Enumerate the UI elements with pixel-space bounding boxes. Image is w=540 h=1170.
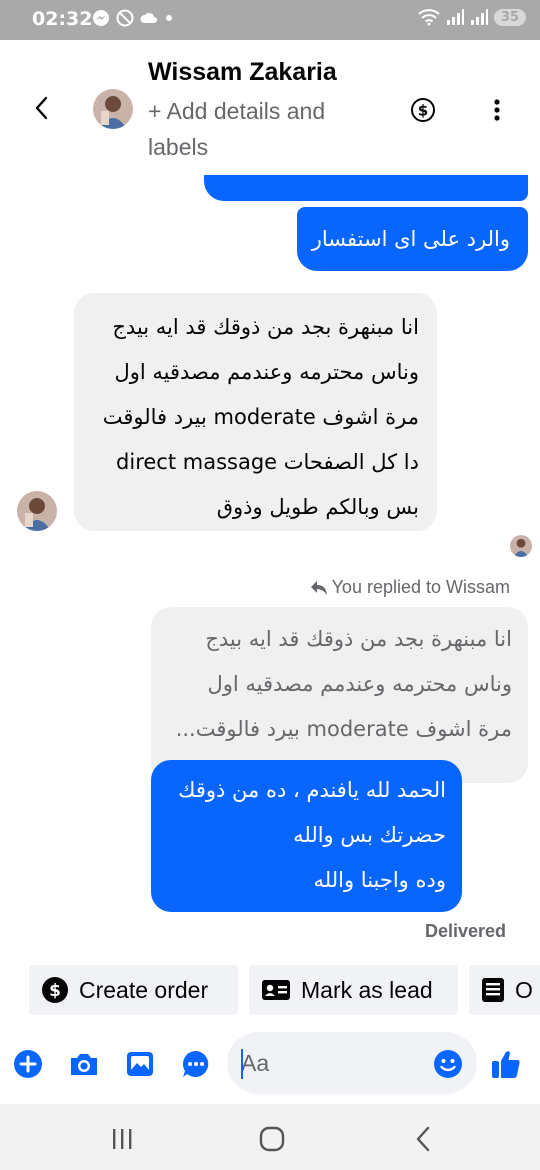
status-bar: 02:32 35 <box>0 0 540 40</box>
quoted-message[interactable]: انا مبنهرة بجد من ذوقك قد ايه بيدج وناس … <box>151 607 528 783</box>
plus-circle-icon <box>14 1050 42 1078</box>
conversation-header: Wissam Zakaria + Add details and labels … <box>0 40 540 175</box>
contact-card-icon <box>262 980 290 1000</box>
message-incoming[interactable]: انا مبنهرة بجد من ذوقك قد ايه بيدج وناس … <box>74 293 437 531</box>
status-right: 35 <box>418 8 526 26</box>
contact-name[interactable]: Wissam Zakaria <box>148 58 337 87</box>
signal-2-icon <box>470 9 488 25</box>
contact-avatar[interactable] <box>93 89 133 129</box>
status-time: 02:32 <box>32 8 93 30</box>
reply-icon <box>310 580 327 595</box>
more-vertical-icon <box>494 99 500 121</box>
message-list[interactable]: والرد على اى استفسار انا مبنهرة بجد من ذ… <box>0 175 540 960</box>
back-button[interactable] <box>26 92 58 124</box>
camera-icon <box>71 1054 97 1075</box>
back-arrow-icon <box>416 1126 430 1152</box>
notification-icons <box>92 9 174 27</box>
camera-button[interactable] <box>68 1048 100 1080</box>
message-input[interactable] <box>241 1046 421 1080</box>
quick-actions-bar[interactable]: $ Create order Mark as lead O <box>0 965 540 1017</box>
message-line: مرة اشوف moderate بيرد فالوقت <box>102 405 419 429</box>
message-line: بس وبالكم طويل وذوق <box>216 495 419 519</box>
message-line: دا كل الصفحات direct massage <box>116 450 419 474</box>
more-action-button[interactable]: O <box>469 965 540 1015</box>
add-button[interactable] <box>12 1048 44 1080</box>
replied-text: You replied to Wissam <box>331 577 510 597</box>
quoted-line: انا مبنهرة بجد من ذوقك قد ايه بيدج <box>205 627 512 651</box>
cloud-icon <box>140 12 157 23</box>
svg-text:$: $ <box>49 981 61 1001</box>
mark-as-lead-label: Mark as lead <box>301 976 433 1003</box>
reply-line: الحمد لله يافندم ، ده من ذوقك <box>178 778 446 802</box>
reply-line: وده واجبنا والله <box>313 868 446 892</box>
create-order-button[interactable]: $ Create order <box>29 965 238 1015</box>
recents-button[interactable] <box>107 1124 137 1154</box>
document-icon <box>482 978 504 1002</box>
add-details-link[interactable]: + Add details and labels <box>148 93 388 165</box>
emoji-button[interactable] <box>433 1049 463 1079</box>
smile-icon <box>434 1050 462 1078</box>
delivery-status: Delivered <box>424 921 506 941</box>
payments-button[interactable]: $ <box>410 97 436 123</box>
home-button[interactable] <box>257 1124 287 1154</box>
message-outgoing[interactable]: والرد على اى استفسار <box>297 207 528 271</box>
like-button[interactable] <box>490 1048 522 1080</box>
message-line: وناس محترمه وعندمم مصدقيه اول <box>114 360 419 384</box>
wifi-icon <box>418 9 440 26</box>
message-text: والرد على اى استفسار <box>311 227 510 251</box>
quoted-line: وناس محترمه وعندمم مصدقيه اول <box>207 672 512 696</box>
thumbs-up-icon <box>492 1051 520 1078</box>
home-icon <box>259 1126 285 1152</box>
mark-as-lead-button[interactable]: Mark as lead <box>249 965 458 1015</box>
battery-indicator: 35 <box>493 8 526 26</box>
reply-line: حضرتك بس والله <box>293 823 446 847</box>
quoted-line: مرة اشوف moderate بيرد فالوقت... <box>175 717 512 741</box>
dot-icon <box>166 15 172 21</box>
chat-options-button[interactable] <box>180 1048 212 1080</box>
blocked-icon <box>116 9 134 27</box>
reply-message[interactable]: الحمد لله يافندم ، ده من ذوقك حضرتك بس و… <box>151 760 462 912</box>
message-composer <box>0 1030 540 1102</box>
back-nav-button[interactable] <box>408 1124 438 1154</box>
create-order-label: Create order <box>79 976 209 1003</box>
recents-icon <box>113 1129 132 1149</box>
message-line: انا مبنهرة بجد من ذوقك قد ايه بيدج <box>112 315 419 339</box>
system-navigation-bar <box>0 1104 540 1170</box>
signal-icon <box>446 9 464 25</box>
text-caret <box>241 1049 243 1079</box>
dollar-circle-icon: $ <box>42 977 68 1003</box>
chat-dots-icon <box>182 1050 209 1077</box>
replied-label: You replied to Wissam <box>310 577 510 598</box>
more-options-button[interactable] <box>484 95 510 125</box>
sender-avatar[interactable] <box>17 491 57 531</box>
svg-text:$: $ <box>418 102 428 120</box>
image-icon <box>127 1052 153 1076</box>
message-outgoing-partial[interactable] <box>204 175 528 201</box>
chevron-left-icon <box>35 96 48 120</box>
seen-avatar <box>510 535 532 557</box>
dollar-circle-icon: $ <box>411 98 435 122</box>
gallery-button[interactable] <box>124 1048 156 1080</box>
more-action-label: O <box>515 976 533 1003</box>
messenger-icon <box>93 10 109 26</box>
message-input-container[interactable] <box>227 1032 477 1094</box>
